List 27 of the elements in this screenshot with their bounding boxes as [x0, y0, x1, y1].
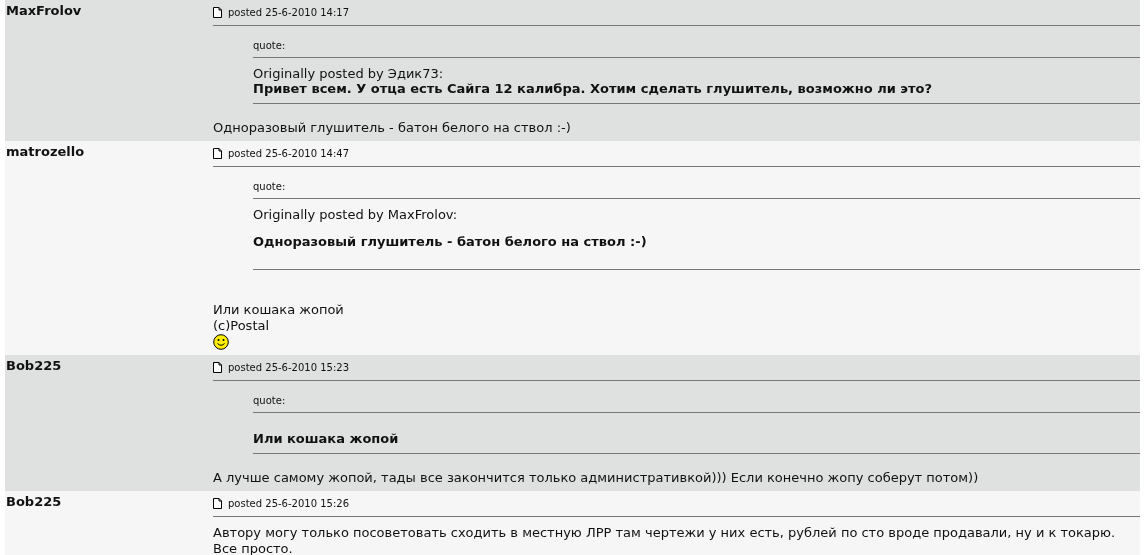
quote-text: Одноразовый глушитель - батон белого на ствол :-) — [253, 234, 648, 249]
smiley-icon — [213, 334, 229, 350]
post-date: posted 25-6-2010 15:23 — [228, 361, 350, 373]
post-text: А лучше самому жопой, тады все закончится только административкой))) Если конечно жопу соберут потом)) — [213, 470, 980, 486]
post-text: Или кошака жопой — [213, 302, 345, 318]
author-name: Bob225 — [5, 493, 63, 509]
quote-label: quote: — [253, 40, 287, 51]
quote-label: quote: — [253, 395, 287, 406]
document-icon — [213, 361, 222, 373]
document-icon — [213, 497, 222, 509]
post-text: Одноразовый глушитель - батон белого на ствол :-) — [213, 120, 572, 136]
quote-attribution: Originally posted by MaxFrolov: — [253, 207, 459, 222]
post-date: posted 25-6-2010 14:47 — [228, 147, 350, 159]
document-icon — [213, 147, 222, 159]
document-icon — [213, 6, 222, 18]
post-text: (c)Postal — [213, 318, 271, 334]
quote-text: Привет всем. У отца есть Сайга 12 калибра. Хотим сделать глушитель, возможно ли это? — [253, 81, 934, 96]
author-name: Bob225 — [5, 357, 63, 373]
post-text: Автору могу только посоветовать сходить в местную ЛРР там чертежи у них есть, рублей по сто вроде продавали, ну и к токарю. — [213, 525, 1117, 541]
quote-attribution: Originally posted by Эдик73: — [253, 66, 445, 81]
post-date: posted 25-6-2010 14:17 — [228, 6, 350, 18]
post-text: Все просто. — [213, 541, 294, 555]
quote-label: quote: — [253, 181, 287, 192]
author-name: matrozello — [5, 143, 86, 159]
quote-text: Или кошака жопой — [253, 431, 400, 446]
post-date: posted 25-6-2010 15:26 — [228, 497, 350, 509]
author-name: MaxFrolov — [5, 2, 83, 18]
